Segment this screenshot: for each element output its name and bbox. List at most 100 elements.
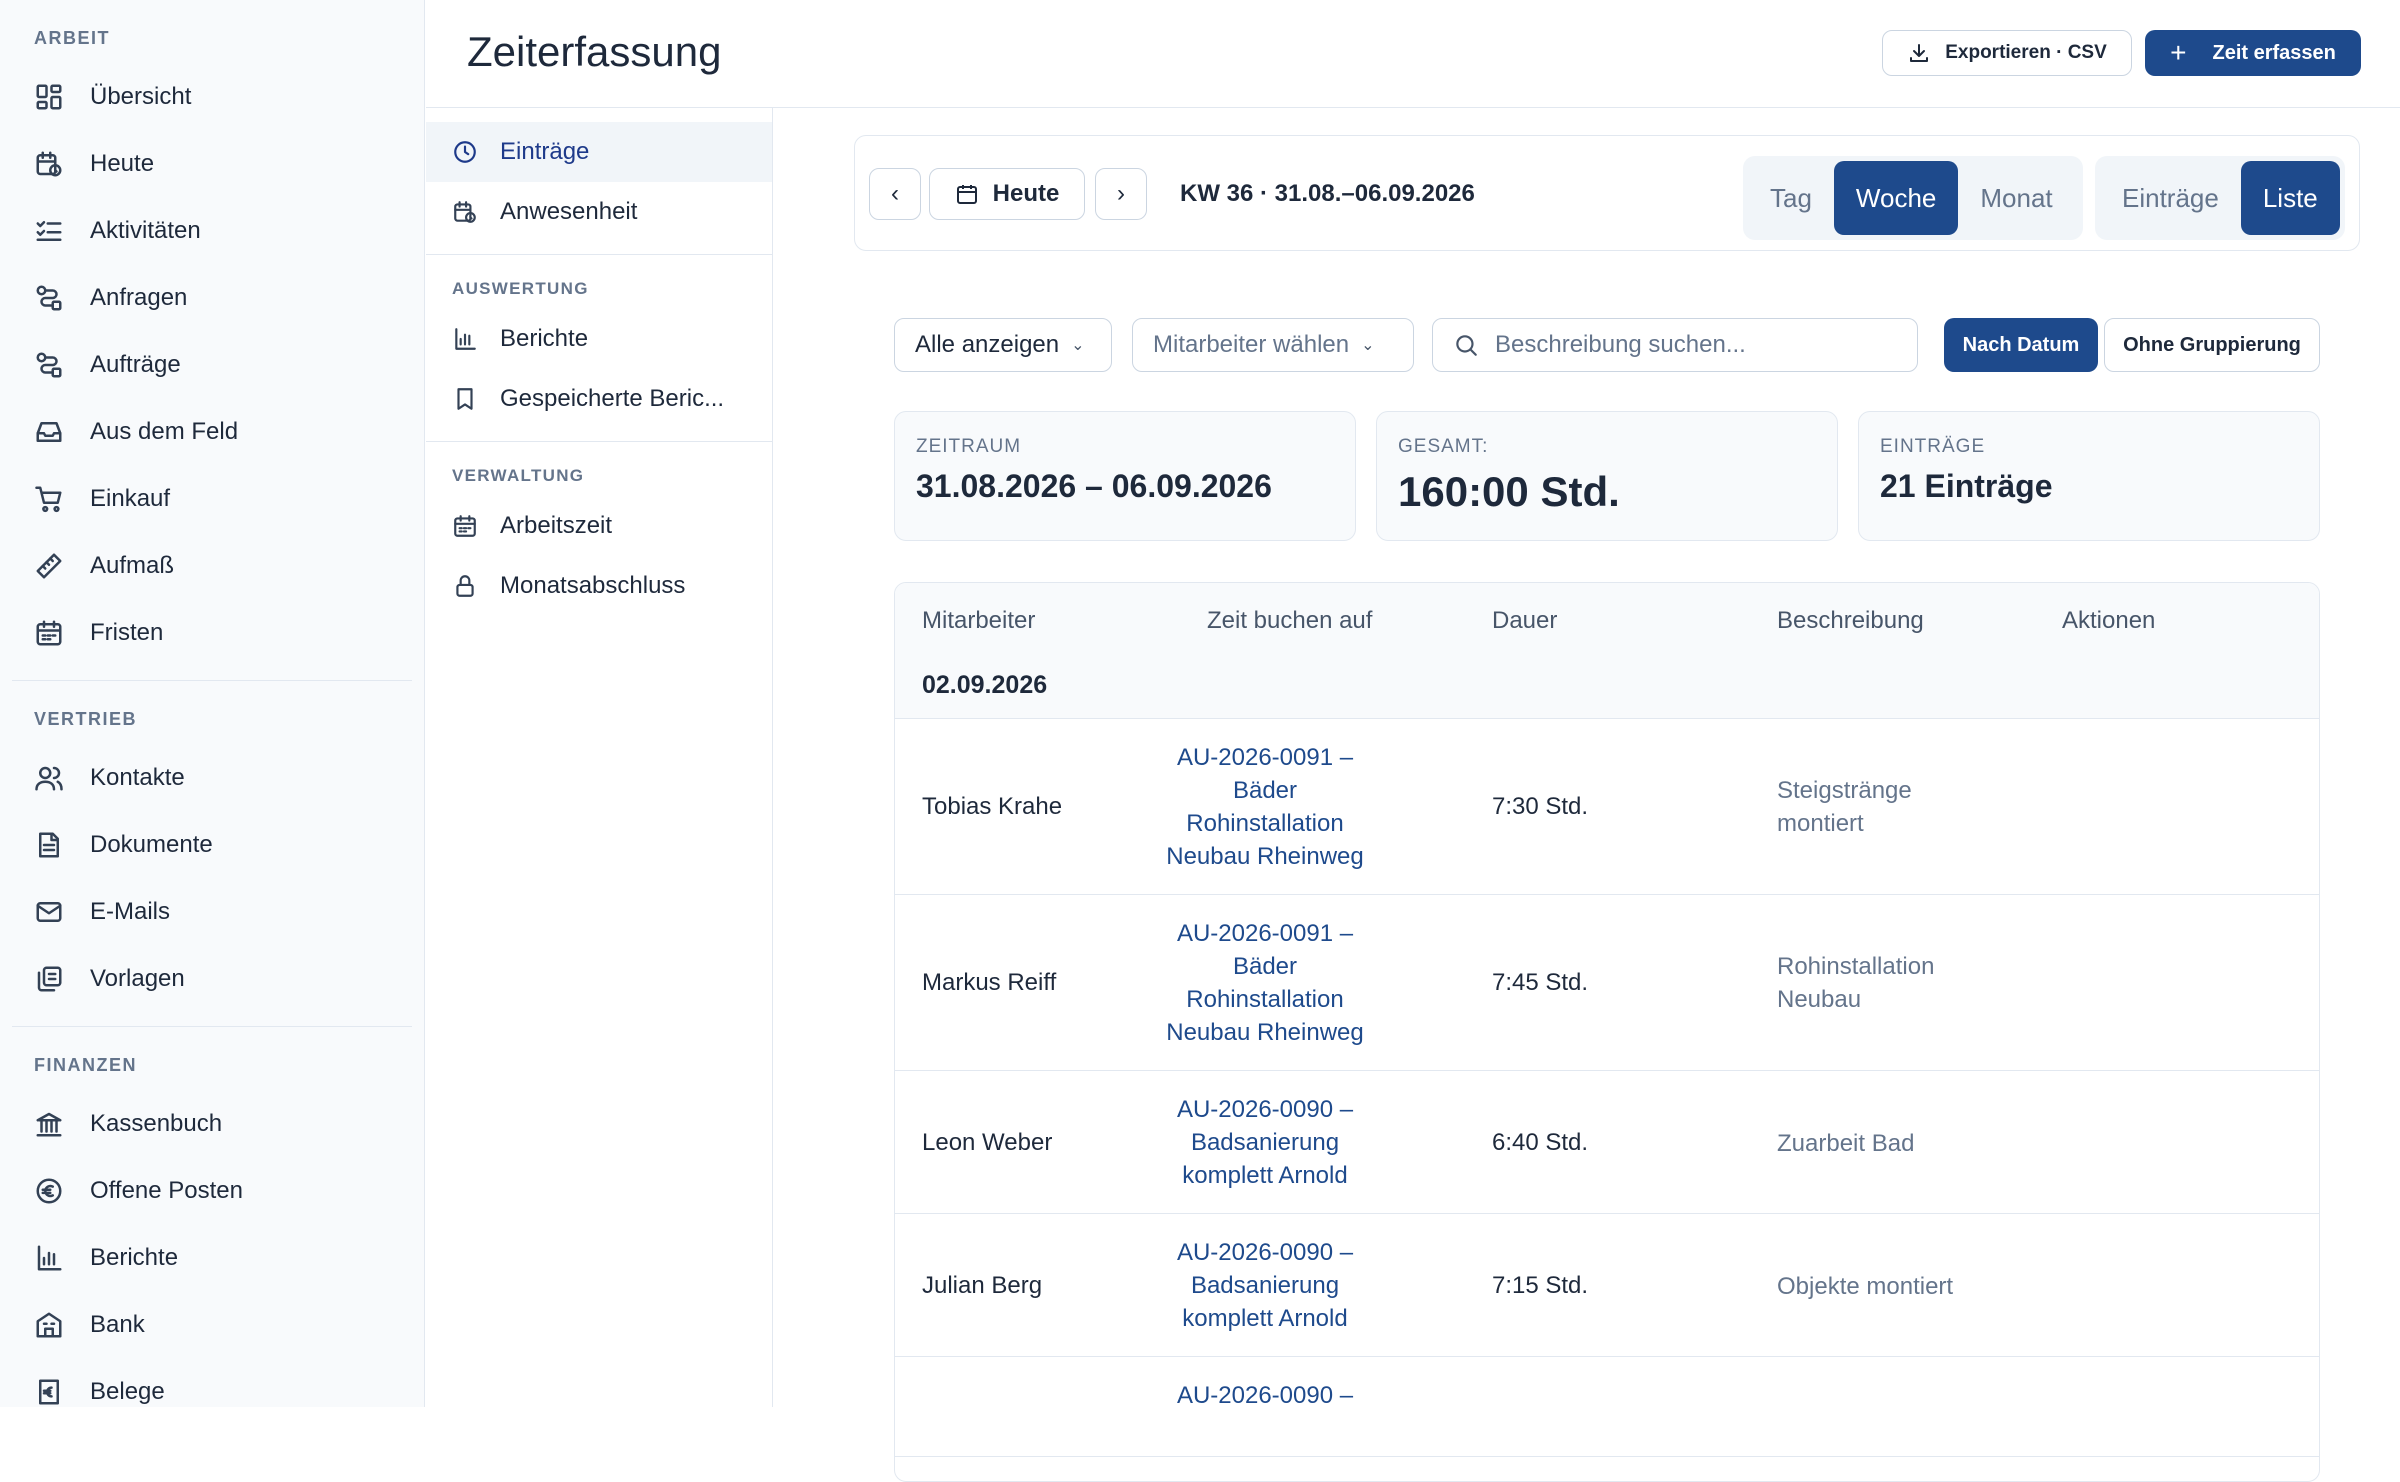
sidebar-item-aufma[interactable]: Aufmaß — [0, 532, 424, 599]
duration-cell: 7:45 Std. — [1492, 969, 1589, 996]
booking-line: AU-2026-0090 – — [1176, 1239, 1354, 1266]
stat-value: 160:00 Std. — [1398, 468, 1620, 515]
booking-line: AU-2026-0091 – — [1176, 920, 1354, 947]
sidebar-item-einkauf[interactable]: Einkauf — [0, 465, 424, 532]
no-grouping-button[interactable]: Ohne Gruppierung — [2104, 318, 2320, 372]
sidebar-item-heute[interactable]: Heute — [0, 130, 424, 197]
sidebar-item-berichte[interactable]: Berichte — [0, 1224, 424, 1291]
booking-line: Badsanierung — [1190, 1129, 1340, 1156]
sidebar-item-label: Heute — [90, 149, 155, 177]
copy-icon — [37, 966, 62, 991]
chevron-down-icon: ⌄ — [1071, 337, 1085, 354]
sidebar-item-label: Aufmaß — [90, 551, 175, 579]
sidebar-item-bank[interactable]: Bank — [0, 1291, 424, 1358]
booking-line: AU-2026-0090 – — [1176, 1096, 1354, 1123]
sidebar-item-aktivitaten[interactable]: Aktivitäten — [0, 197, 424, 264]
description-cell: Rohinstallation Neubau — [1777, 953, 1935, 1013]
calendar-clock-icon — [36, 151, 62, 176]
subnav-item-monatsabschluss[interactable]: Monatsabschluss — [426, 556, 772, 616]
sort-label: Nach Datum — [1962, 333, 2080, 356]
table-row[interactable]: Tobias Krahe AU-2026-0091 – Bäder Rohinstal… — [895, 719, 2319, 895]
subnav-item-gespeicherte-beric[interactable]: Gespeicherte Beric... — [426, 369, 772, 429]
download-icon — [1910, 44, 1929, 62]
liste-toggle-button[interactable]: Liste — [2240, 161, 2340, 235]
stat-value: 31.08.2026 – 06.09.2026 — [916, 468, 1272, 504]
sidebar-item-belege[interactable]: Belege — [0, 1358, 424, 1407]
subnav-item-label: Einträge — [500, 138, 590, 165]
plus-icon: + — [2170, 37, 2187, 68]
employee-select[interactable]: Mitarbeiter wählen ⌄ — [1132, 318, 1414, 372]
column-header[interactable]: Dauer — [1492, 607, 1557, 635]
column-header[interactable]: Zeit buchen auf — [1207, 607, 1372, 635]
table-row[interactable]: Markus Reiff AU-2026-0091 – Bäder Rohinstal… — [895, 895, 2319, 1071]
booking-line: Badsanierung — [1190, 1272, 1340, 1299]
booking-link[interactable]: AU-2026-0091 – Bäder Rohinstallation Neubau… — [1145, 917, 1385, 1049]
bank-icon — [36, 1112, 62, 1136]
subnav-item-label: Monatsabschluss — [500, 572, 686, 599]
sidebar-item-offene-posten[interactable]: Offene Posten — [0, 1157, 424, 1224]
sidebar-item-dokumente[interactable]: Dokumente — [0, 811, 424, 878]
monat-toggle-button[interactable]: Monat — [1958, 161, 2074, 235]
table-row[interactable]: Julian Berg AU-2026-0090 – Badsanierung kom… — [895, 1214, 2319, 1357]
sidebar-item-ubersicht[interactable]: Übersicht — [0, 63, 424, 130]
duration-cell: 7:30 Std. — [1492, 793, 1589, 820]
sidebar-item-label: Belege — [90, 1377, 165, 1405]
group-date: 02.09.2026 — [922, 671, 1048, 699]
sidebar-section-heading: VERTRIEB — [34, 709, 138, 729]
group-label: Ohne Gruppierung — [2123, 333, 2301, 356]
prev-period-button[interactable]: ‹ — [869, 168, 921, 220]
stat-period: ZEITRAUM 31.08.2026 – 06.09.2026 — [894, 411, 1356, 541]
add-time-button[interactable]: + Zeit erfassen — [2145, 30, 2361, 76]
booking-link[interactable]: AU-2026-0091 – Bäder Rohinstallation Neubau… — [1145, 741, 1385, 873]
table-row[interactable]: AU-2026-0090 – — [895, 1357, 2319, 1457]
sort-by-date-button[interactable]: Nach Datum — [1944, 318, 2098, 372]
stat-label: EINTRÄGE — [1880, 436, 1986, 457]
bookmark-icon — [457, 388, 473, 410]
sidebar-item-fristen[interactable]: Fristen — [0, 599, 424, 666]
subnav-item-berichte[interactable]: Berichte — [426, 309, 772, 369]
sidebar-item-e-mails[interactable]: E-Mails — [0, 878, 424, 945]
subnav-item-arbeitszeit[interactable]: Arbeitszeit — [426, 496, 772, 556]
booking-line: Bäder — [1232, 777, 1298, 804]
employee-cell: Tobias Krahe — [922, 793, 1063, 820]
column-header[interactable]: Mitarbeiter — [922, 607, 1035, 635]
table-row[interactable]: Leon Weber AU-2026-0090 – Badsanierung komp… — [895, 1071, 2319, 1214]
sidebar-item-kassenbuch[interactable]: Kassenbuch — [0, 1090, 424, 1157]
tag-toggle-button[interactable]: Tag — [1748, 161, 1834, 235]
chevron-right-icon: › — [1117, 180, 1125, 207]
booking-link[interactable]: AU-2026-0090 – Badsanierung komplett Arnol… — [1145, 1236, 1385, 1335]
range-toggle: Tag Woche Monat — [1743, 156, 2083, 240]
time-subnav: Einträge Anwesenheit AUSWERTUNG Berichte Ges… — [426, 108, 773, 1407]
today-label: Heute — [992, 180, 1060, 207]
sidebar-item-label: Vorlagen — [90, 964, 185, 992]
sidebar-item-vorlagen[interactable]: Vorlagen — [0, 945, 424, 1012]
eintrage-toggle-button[interactable]: Einträge — [2100, 161, 2241, 235]
export-csv-button[interactable]: Exportieren · CSV — [1882, 30, 2132, 76]
clock-icon — [454, 141, 476, 163]
woche-toggle-button[interactable]: Woche — [1833, 161, 1959, 235]
stat-label: ZEITRAUM — [916, 436, 1022, 457]
booking-link[interactable]: AU-2026-0090 – Badsanierung komplett Arnol… — [1145, 1093, 1385, 1192]
euro-circle-icon — [36, 1178, 62, 1203]
next-period-button[interactable]: › — [1095, 168, 1147, 220]
subnav-item-eintrage[interactable]: Einträge — [426, 122, 772, 182]
sidebar-item-label: Bank — [90, 1310, 145, 1338]
show-all-select[interactable]: Alle anzeigen ⌄ — [894, 318, 1112, 372]
booking-line: Bäder — [1232, 953, 1298, 980]
sidebar-item-anfragen[interactable]: Anfragen — [0, 264, 424, 331]
document-icon — [39, 832, 59, 857]
today-button[interactable]: Heute — [929, 168, 1085, 220]
sidebar-item-kontakte[interactable]: Kontakte — [0, 744, 424, 811]
chevron-down-icon: ⌄ — [1361, 337, 1375, 354]
sidebar-item-aus-dem-feld[interactable]: Aus dem Feld — [0, 398, 424, 465]
booking-link[interactable]: AU-2026-0090 – — [1145, 1379, 1385, 1412]
sidebar-item-label: Dokumente — [90, 830, 213, 858]
booking-line: Rohinstallation — [1186, 986, 1344, 1013]
column-header[interactable]: Beschreibung — [1777, 607, 1924, 635]
stat-value: 21 Einträge — [1880, 468, 2053, 504]
sidebar-item-auftrage[interactable]: Aufträge — [0, 331, 424, 398]
subnav-item-label: Arbeitszeit — [500, 512, 613, 539]
subnav-item-anwesenheit[interactable]: Anwesenheit — [426, 182, 772, 242]
sidebar-item-label: Aktivitäten — [90, 216, 201, 244]
search-input[interactable]: Beschreibung suchen... — [1432, 318, 1918, 372]
